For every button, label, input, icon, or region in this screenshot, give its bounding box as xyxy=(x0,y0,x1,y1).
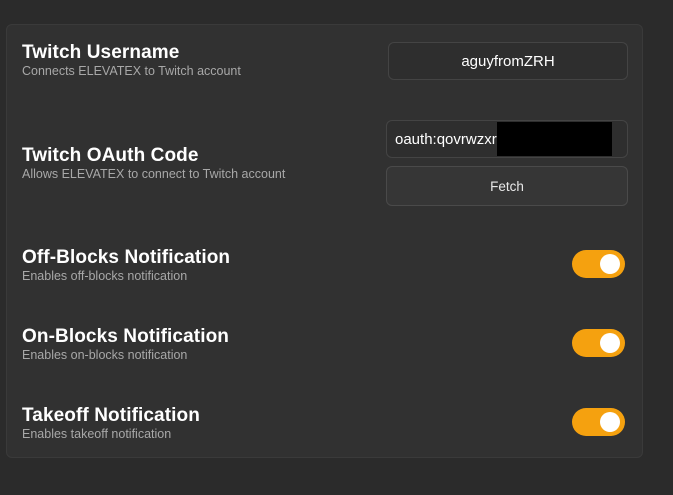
toggle-knob xyxy=(600,254,620,274)
off-blocks-setting: Off-Blocks Notification Enables off-bloc… xyxy=(22,247,627,284)
off-blocks-toggle[interactable] xyxy=(572,250,625,278)
oauth-value: oauth:qovrwzxr xyxy=(395,130,497,148)
redaction-block xyxy=(496,122,612,156)
on-blocks-description: Enables on-blocks notification xyxy=(22,348,188,362)
off-blocks-title: Off-Blocks Notification xyxy=(22,247,231,268)
oauth-input[interactable]: oauth:qovrwzxr xyxy=(386,120,628,158)
toggle-knob xyxy=(600,412,620,432)
on-blocks-title: On-Blocks Notification xyxy=(22,326,229,347)
takeoff-setting: Takeoff Notification Enables takeoff not… xyxy=(22,405,627,442)
on-blocks-setting: On-Blocks Notification Enables on-blocks… xyxy=(22,326,627,363)
username-value: aguyfromZRH xyxy=(461,52,555,70)
fetch-button-label: Fetch xyxy=(490,178,524,194)
fetch-button[interactable]: Fetch xyxy=(386,166,628,206)
takeoff-toggle[interactable] xyxy=(572,408,625,436)
takeoff-title: Takeoff Notification xyxy=(22,405,200,426)
toggle-knob xyxy=(600,333,620,353)
takeoff-description: Enables takeoff notification xyxy=(22,427,172,441)
username-input[interactable]: aguyfromZRH xyxy=(388,42,628,80)
settings-panel: Twitch Username Connects ELEVATEX to Twi… xyxy=(6,24,643,458)
off-blocks-description: Enables off-blocks notification xyxy=(22,269,188,283)
on-blocks-toggle[interactable] xyxy=(572,329,625,357)
